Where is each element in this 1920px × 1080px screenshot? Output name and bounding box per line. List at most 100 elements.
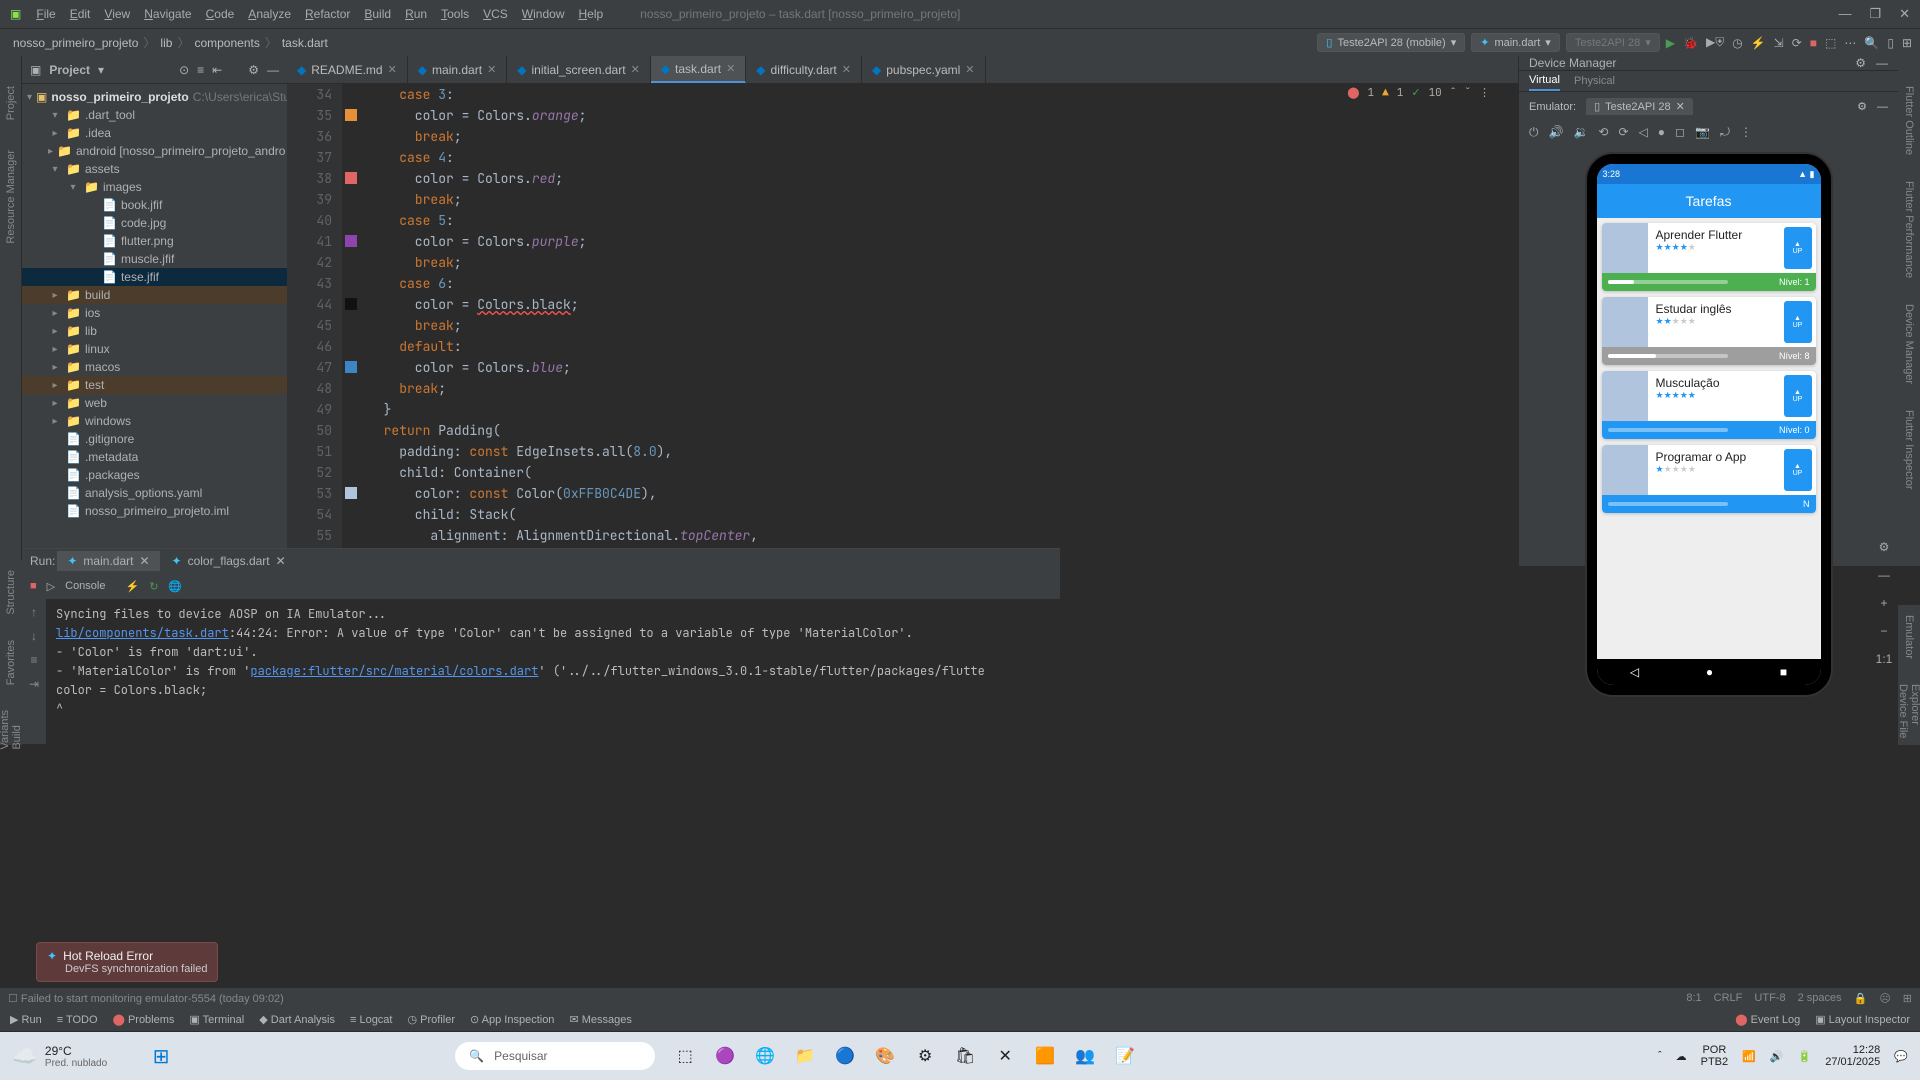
event-log-button[interactable]: ⬤ Event Log bbox=[1735, 1013, 1800, 1026]
menu-edit[interactable]: Edit bbox=[63, 7, 98, 21]
task-card[interactable]: Estudar inglês★★★★★▲UPNível: 8 bbox=[1602, 297, 1816, 365]
edge-icon[interactable]: 🌐 bbox=[751, 1042, 779, 1070]
breadcrumb-item[interactable]: lib bbox=[155, 36, 177, 50]
home-icon[interactable]: ● bbox=[1658, 125, 1665, 140]
menu-view[interactable]: View bbox=[97, 7, 137, 21]
terminal-button[interactable]: ▣ Terminal bbox=[189, 1013, 244, 1026]
tree-item[interactable]: ▸📁 build bbox=[22, 286, 287, 304]
gear-icon[interactable]: ⚙ bbox=[1879, 540, 1890, 554]
hide-icon[interactable]: — bbox=[1876, 56, 1888, 70]
app-inspection-button[interactable]: ⊙ App Inspection bbox=[470, 1013, 554, 1026]
lightning-icon[interactable]: ⚡ bbox=[125, 580, 139, 593]
coverage-icon[interactable]: ▶⛨ bbox=[1706, 35, 1724, 50]
tab-physical[interactable]: Physical bbox=[1574, 72, 1615, 90]
menu-refactor[interactable]: Refactor bbox=[298, 7, 357, 21]
profiler-button[interactable]: ◷ Profiler bbox=[407, 1013, 455, 1026]
select-opened-icon[interactable]: ⊙ bbox=[179, 63, 189, 77]
screenshot-icon[interactable]: 📷 bbox=[1695, 125, 1710, 140]
menu-help[interactable]: Help bbox=[571, 7, 610, 21]
search-icon[interactable]: 🔍 bbox=[1864, 36, 1879, 50]
tray-chevron-icon[interactable]: ˆ bbox=[1658, 1050, 1662, 1062]
breadcrumb[interactable]: nosso_primeiro_projeto〉lib〉components〉ta… bbox=[8, 34, 333, 51]
menu-navigate[interactable]: Navigate bbox=[137, 7, 198, 21]
breadcrumb-item[interactable]: task.dart bbox=[277, 36, 333, 50]
breadcrumb-item[interactable]: nosso_primeiro_projeto bbox=[8, 36, 143, 50]
devtools-icon[interactable]: ⬚ bbox=[1825, 36, 1836, 50]
code-editor[interactable]: 3435363738394041424344454647484950515253… bbox=[287, 84, 1518, 566]
hide-icon[interactable]: — bbox=[267, 63, 279, 77]
tree-item[interactable]: ▸📁 .idea bbox=[22, 124, 287, 142]
gear-icon[interactable]: ⚙ bbox=[248, 63, 259, 77]
stop-icon[interactable]: ■ bbox=[1810, 36, 1817, 50]
run-tab-color-flags[interactable]: ✦color_flags.dart✕ bbox=[162, 551, 296, 571]
copilot-icon[interactable]: 🟣 bbox=[711, 1042, 739, 1070]
close-icon[interactable]: ✕ bbox=[1899, 6, 1910, 22]
down-icon[interactable]: ↓ bbox=[31, 629, 37, 643]
tree-root[interactable]: ▾▣ nosso_primeiro_projeto C:\Users\erica… bbox=[22, 88, 287, 106]
collapse-icon[interactable]: ⇤ bbox=[212, 63, 222, 77]
volume-icon[interactable]: 🔊 bbox=[1770, 1050, 1784, 1063]
logcat-button[interactable]: ≡ Logcat bbox=[350, 1014, 393, 1026]
steam-icon[interactable]: ⚙ bbox=[911, 1042, 939, 1070]
editor-tab[interactable]: ◆initial_screen.dart✕ bbox=[507, 56, 651, 83]
editor-tab[interactable]: ◆main.dart✕ bbox=[408, 56, 507, 83]
menu-tools[interactable]: Tools bbox=[434, 7, 476, 21]
console-output[interactable]: Syncing files to device AOSP on IA Emula… bbox=[46, 599, 1060, 744]
tree-item[interactable]: ▸📁 macos bbox=[22, 358, 287, 376]
debug-icon[interactable]: 🐞 bbox=[1683, 36, 1698, 50]
stop-icon[interactable]: ■ bbox=[30, 580, 37, 592]
hide-icon[interactable]: — bbox=[1877, 101, 1888, 113]
tree-item[interactable]: ▸📁 ios bbox=[22, 304, 287, 322]
fit-icon[interactable]: 1:1 bbox=[1876, 652, 1893, 666]
emulator-screen[interactable]: 3:28▲ ▮ Tarefas Aprender Flutter★★★★★▲UP… bbox=[1597, 164, 1821, 685]
face-icon[interactable]: ☹ bbox=[1879, 992, 1890, 1005]
console-play-icon[interactable]: ▷ bbox=[47, 580, 55, 593]
tree-item[interactable]: 📄 code.jpg bbox=[22, 214, 287, 232]
rotate-left-icon[interactable]: ⟲ bbox=[1598, 125, 1608, 140]
build-variants-button[interactable]: Build Variants bbox=[0, 710, 23, 750]
overview-icon[interactable]: ◻ bbox=[1675, 125, 1685, 140]
tree-item[interactable]: 📄 book.jfif bbox=[22, 196, 287, 214]
tree-item[interactable]: ▸📁 lib bbox=[22, 322, 287, 340]
editor-tab[interactable]: ◆README.md✕ bbox=[287, 56, 408, 83]
task-card[interactable]: Aprender Flutter★★★★★▲UPNível: 1 bbox=[1602, 223, 1816, 291]
volume-up-icon[interactable]: 🔊 bbox=[1549, 125, 1564, 140]
editor-tab[interactable]: ◆pubspec.yaml✕ bbox=[862, 56, 986, 83]
devtools-icon[interactable]: 🌐 bbox=[168, 580, 182, 593]
task-card[interactable]: Musculação★★★★★▲UPNível: 0 bbox=[1602, 371, 1816, 439]
encoding[interactable]: UTF-8 bbox=[1754, 992, 1785, 1005]
flutter-device-manager-button[interactable]: Device Manager bbox=[1903, 304, 1915, 384]
menu-analyze[interactable]: Analyze bbox=[241, 7, 298, 21]
gear-icon[interactable]: ⚙ bbox=[1855, 56, 1866, 70]
tree-item[interactable]: 📄 .packages bbox=[22, 466, 287, 484]
flutter-inspector-button[interactable]: Flutter Inspector bbox=[1903, 410, 1915, 489]
resource-manager-button[interactable]: Resource Manager bbox=[5, 150, 17, 244]
tree-item[interactable]: ▾📁 images bbox=[22, 178, 287, 196]
zoom-out-icon[interactable]: − bbox=[1880, 624, 1887, 638]
layout-inspector-button[interactable]: ▣ Layout Inspector bbox=[1815, 1013, 1910, 1026]
avd-icon[interactable]: ▯ bbox=[1887, 36, 1894, 50]
tree-item[interactable]: ▾📁 assets bbox=[22, 160, 287, 178]
explorer-icon[interactable]: 📁 bbox=[791, 1042, 819, 1070]
flutter-outline-button[interactable]: Flutter Outline bbox=[1903, 86, 1915, 155]
tree-item[interactable]: 📄 nosso_primeiro_projeto.iml bbox=[22, 502, 287, 520]
tree-item[interactable]: 📄 flutter.png bbox=[22, 232, 287, 250]
task-view-icon[interactable]: ⬚ bbox=[671, 1042, 699, 1070]
paint-icon[interactable]: 🎨 bbox=[871, 1042, 899, 1070]
start-button[interactable]: ⊞ bbox=[147, 1042, 175, 1070]
tree-item[interactable]: 📄 tese.jfif bbox=[22, 268, 287, 286]
more-icon[interactable]: ⋯ bbox=[1844, 36, 1856, 50]
app-icon[interactable]: ✕ bbox=[991, 1042, 1019, 1070]
mem-icon[interactable]: ⊞ bbox=[1903, 992, 1912, 1005]
tree-item[interactable]: ▸📁 web bbox=[22, 394, 287, 412]
app2-icon[interactable]: 🟧 bbox=[1031, 1042, 1059, 1070]
device-selector[interactable]: ▯Teste2API 28 (mobile)▾ bbox=[1317, 33, 1465, 52]
tree-item[interactable]: 📄 muscle.jfif bbox=[22, 250, 287, 268]
editor-tab[interactable]: ◆task.dart✕ bbox=[651, 56, 746, 83]
reload-icon[interactable]: ↻ bbox=[149, 580, 158, 593]
run-icon[interactable]: ▶ bbox=[1666, 36, 1675, 50]
android-overview-icon[interactable]: ■ bbox=[1780, 665, 1787, 679]
tree-item[interactable]: ▸📁 android [nosso_primeiro_projeto_andro bbox=[22, 142, 287, 160]
taskbar-search[interactable]: 🔍Pesquisar bbox=[455, 1042, 655, 1070]
menu-vcs[interactable]: VCS bbox=[476, 7, 515, 21]
